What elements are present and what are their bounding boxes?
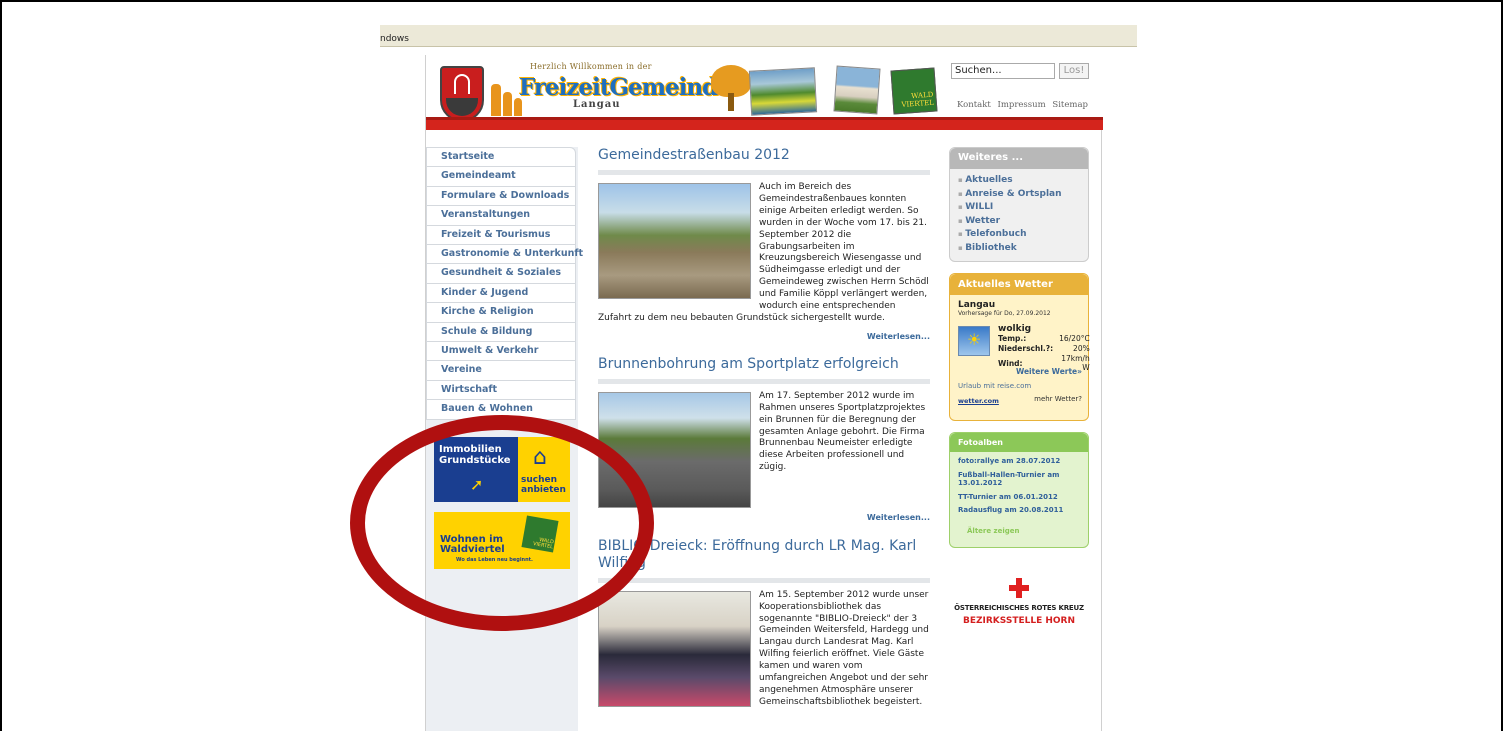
nav-item-startseite[interactable]: Startseite <box>427 148 575 168</box>
nav-item-vereine[interactable]: Vereine <box>427 361 575 381</box>
weather-forecast-date: Vorhersage für Do, 27.09.2012 <box>958 310 1051 317</box>
urlaub-link[interactable]: Urlaub mit reise.com <box>958 382 1031 390</box>
search-input[interactable]: Suchen... <box>951 63 1055 79</box>
wetter-com-logo[interactable]: wetter.com <box>958 397 999 405</box>
header-red-bar <box>426 117 1103 130</box>
nav-item-schule[interactable]: Schule & Bildung <box>427 323 575 342</box>
link-wetter[interactable]: Wetter <box>958 215 1080 229</box>
nav-item-umwelt[interactable]: Umwelt & Verkehr <box>427 342 575 362</box>
nav-item-gemeindeamt[interactable]: Gemeindeamt <box>427 167 575 187</box>
search-button[interactable]: Los! <box>1059 63 1089 79</box>
link-bibliothek[interactable]: Bibliothek <box>958 242 1080 256</box>
fotoalben-box: Fotoalben foto:rallye am 28.07.2012 Fußb… <box>949 432 1089 548</box>
link-kontakt[interactable]: Kontakt <box>957 100 991 110</box>
fotoalbum-item[interactable]: foto:rallye am 28.07.2012 <box>958 457 1080 466</box>
header-photo-lake <box>748 67 818 116</box>
weather-title: Aktuelles Wetter <box>950 274 1088 295</box>
browser-toolbar: ndows <box>380 25 1137 47</box>
right-sidebar: Weiteres ... Aktuelles Anreise & Ortspla… <box>949 147 1090 626</box>
fotoalbum-item[interactable]: TT-Turnier am 06.01.2012 <box>958 493 1080 502</box>
website: Herzlich Willkommen in der FreizeitGemei… <box>425 55 1103 731</box>
fotoalben-title: Fotoalben <box>950 433 1088 452</box>
nav-item-kirche[interactable]: Kirche & Religion <box>427 303 575 323</box>
fotoalbum-item[interactable]: Radausflug am 20.08.2011 <box>958 506 1080 515</box>
site-logo-sub: Langau <box>573 99 621 110</box>
site-header: Herzlich Willkommen in der FreizeitGemei… <box>426 55 1103 122</box>
article: Auch im Bereich des Gemeindestraßenbaues… <box>598 182 930 343</box>
rotes-kreuz-logo[interactable]: ÖSTERREICHISCHES ROTES KREUZ BEZIRKSSTEL… <box>949 578 1089 626</box>
article-text: Am 15. September 2012 wurde unser Kooper… <box>759 589 929 707</box>
nav-item-wirtschaft[interactable]: Wirtschaft <box>427 381 575 401</box>
nav-item-freizeit[interactable]: Freizeit & Tourismus <box>427 226 575 245</box>
article-title[interactable]: Brunnenbohrung am Sportplatz erfolgreich <box>598 356 930 384</box>
older-albums-link[interactable]: Ältere zeigen <box>967 527 1020 535</box>
article: Am 15. September 2012 wurde unser Kooper… <box>598 590 930 709</box>
annotation-ring <box>350 415 654 631</box>
link-sitemap[interactable]: Sitemap <box>1052 100 1088 110</box>
weather-cloud-sun-icon <box>958 326 990 356</box>
site-logo[interactable]: FreizeitGemeinde <box>519 74 732 101</box>
weiteres-box: Weiteres ... Aktuelles Anreise & Ortspla… <box>949 147 1089 262</box>
link-impressum[interactable]: Impressum <box>997 100 1045 110</box>
nav-item-formulare[interactable]: Formulare & Downloads <box>427 187 575 207</box>
link-aktuelles[interactable]: Aktuelles <box>958 174 1080 188</box>
top-links: Kontakt Impressum Sitemap <box>957 100 1092 110</box>
mehr-wetter-link[interactable]: mehr Wetter? <box>1034 395 1082 403</box>
main-content: Gemeindestraßenbau 2012 Auch im Bereich … <box>598 147 930 711</box>
link-willi[interactable]: WILLI <box>958 201 1080 215</box>
weather-city: Langau <box>958 300 996 310</box>
site-tagline: Herzlich Willkommen in der <box>530 62 652 71</box>
nav-item-gesundheit[interactable]: Gesundheit & Soziales <box>427 264 575 284</box>
article-image-group-photo[interactable] <box>598 590 751 707</box>
red-cross-icon <box>1009 578 1029 598</box>
weather-condition: wolkig <box>998 324 1032 334</box>
weather-widget: Aktuelles Wetter Langau Vorhersage für D… <box>949 273 1090 421</box>
coat-of-arms-icon[interactable] <box>440 66 484 122</box>
header-photo-church <box>833 65 881 115</box>
weather-more-values-link[interactable]: Weitere Werte» <box>1016 367 1082 376</box>
weiteres-title: Weiteres ... <box>950 148 1088 169</box>
article-text: Am 17. September 2012 wurde im Rahmen un… <box>759 390 926 473</box>
fotoalbum-item[interactable]: Fußball-Hallen-Turnier am 13.01.2012 <box>958 471 1080 488</box>
main-navigation: Startseite Gemeindeamt Formulare & Downl… <box>426 147 583 421</box>
nav-item-veranstaltungen[interactable]: Veranstaltungen <box>427 206 575 226</box>
nav-item-gastronomie[interactable]: Gastronomie & Unterkunft <box>427 245 583 265</box>
browser-window-text: ndows <box>380 34 409 44</box>
article-image-construction[interactable] <box>598 183 751 299</box>
article-title[interactable]: Gemeindestraßenbau 2012 <box>598 147 930 175</box>
rotes-kreuz-line2: BEZIRKSSTELLE HORN <box>962 616 1076 626</box>
read-more-link[interactable]: Weiterlesen... <box>598 325 930 343</box>
nav-item-kinder[interactable]: Kinder & Jugend <box>427 284 575 304</box>
tree-icon <box>709 65 753 111</box>
link-telefonbuch[interactable]: Telefonbuch <box>958 228 1080 242</box>
rotes-kreuz-line1: ÖSTERREICHISCHES ROTES KREUZ <box>954 604 1084 612</box>
link-anreise[interactable]: Anreise & Ortsplan <box>958 188 1080 202</box>
waldviertel-logo: WALD VIERTEL <box>890 67 938 115</box>
